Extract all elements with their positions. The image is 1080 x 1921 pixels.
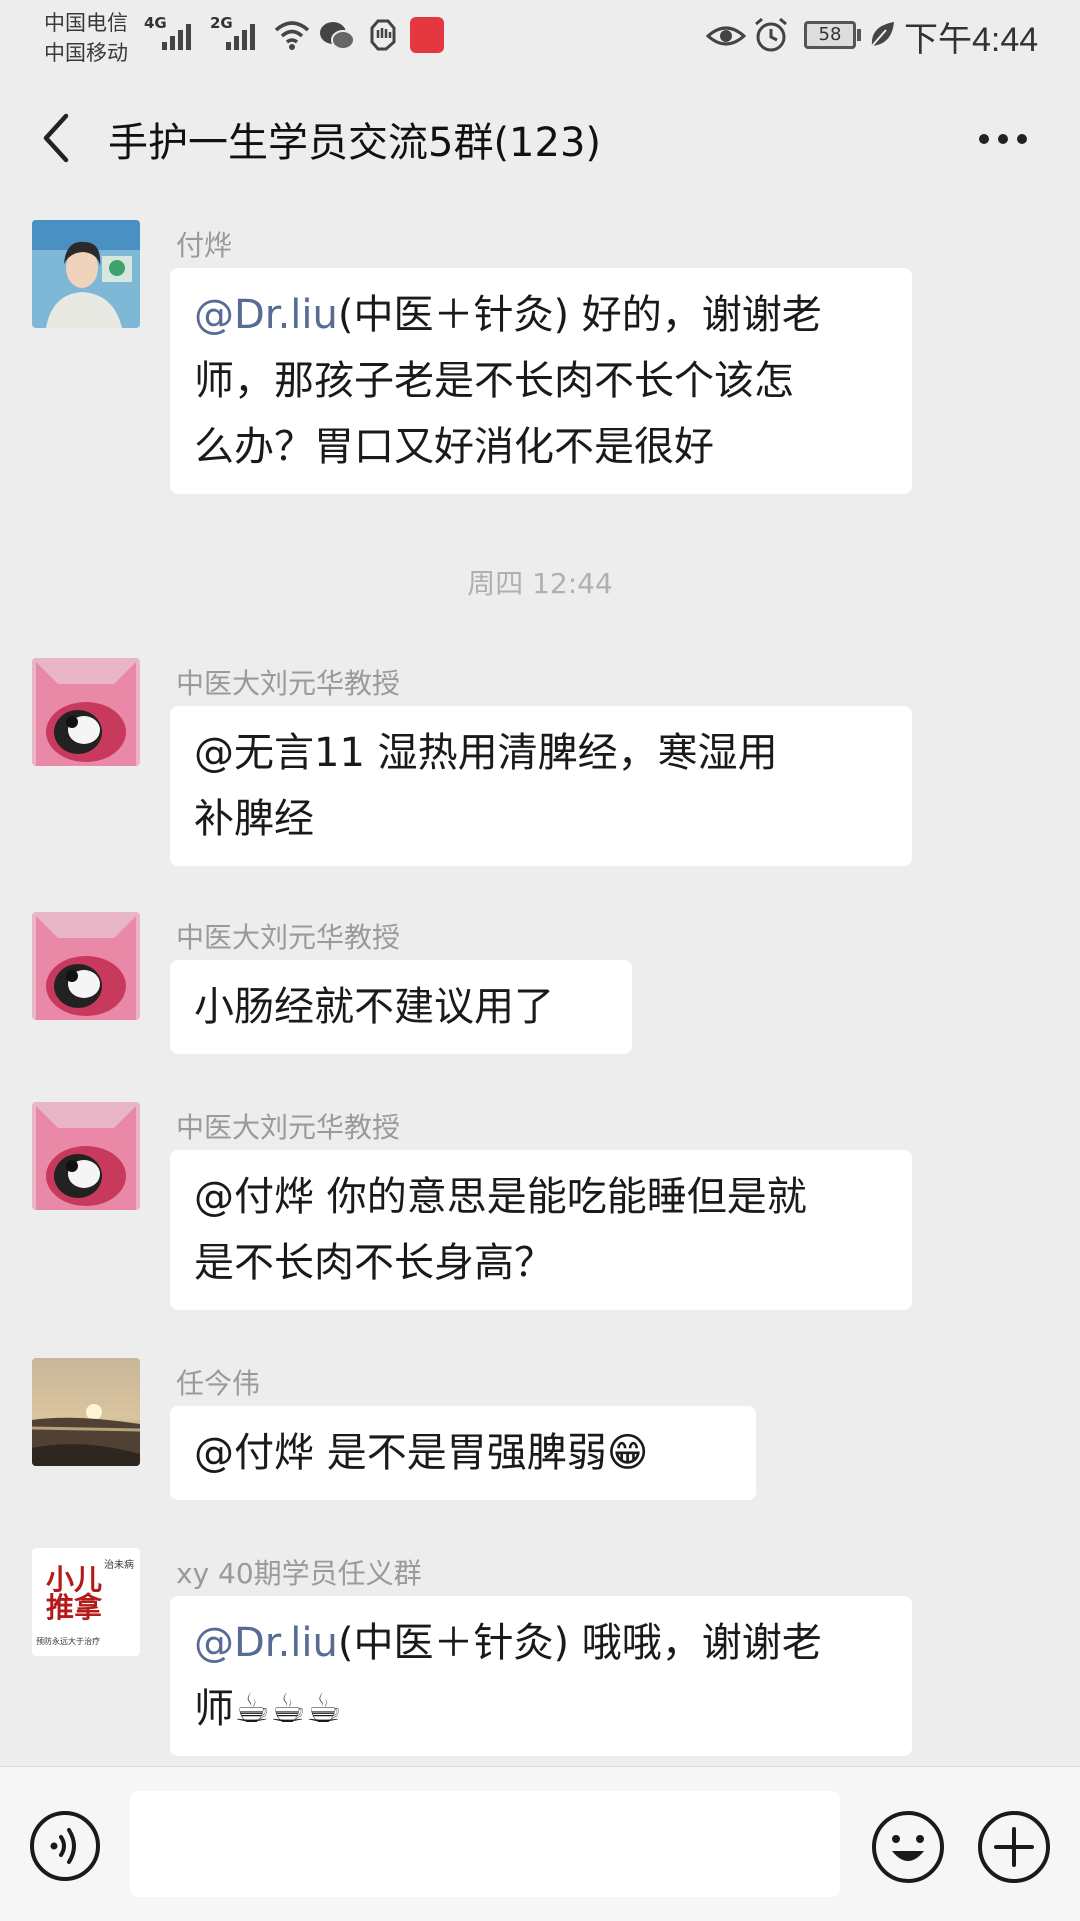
message-bubble[interactable]: @Dr.liu(中医＋针灸) 好的，谢谢老 师，那孩子老是不长肉不长个该怎 么办… (170, 268, 912, 494)
message-line: @付烨 你的意思是能吃能睡但是就 (194, 1174, 807, 1220)
message-line: @无言11 湿热用清脾经，寒湿用 (194, 730, 778, 776)
message-line: @付烨 是不是胃强脾弱😁 (194, 1430, 649, 1476)
avatar-pink-cat-image (32, 912, 140, 1020)
ellipsis-icon[interactable] (976, 122, 1030, 156)
avatar-pink-cat-image (32, 658, 140, 766)
message-bubble[interactable]: @Dr.liu(中医＋针灸) 哦哦，谢谢老 师☕☕☕ (170, 1596, 912, 1756)
signal-icon (162, 24, 191, 50)
timestamp: 周四 12:44 (467, 567, 613, 600)
avatar[interactable]: 治未病 小儿推拿 预防永远大于治疗 (32, 1548, 140, 1656)
avatar-sub-text: 预防永远大于治疗 (36, 1637, 100, 1646)
sender-name: 任今伟 (176, 1367, 261, 1400)
input-bar (0, 1766, 1080, 1921)
plus-icon[interactable] (976, 1809, 1052, 1885)
message-bubble[interactable]: @无言11 湿热用清脾经，寒湿用 补脾经 (170, 706, 912, 866)
message-input[interactable] (130, 1791, 840, 1897)
status-bar: 中国电信 中国移动 4G 2G 58 下午4:44 (0, 0, 1080, 80)
chat-title: 手护一生学员交流5群(123) (108, 120, 602, 166)
vmall-icon (410, 17, 444, 53)
battery-indicator: 58 (804, 21, 856, 49)
avatar-main-text: 小儿推拿 (46, 1563, 103, 1624)
sender-name: 中医大刘元华教授 (176, 667, 401, 700)
emoji-icon[interactable] (870, 1809, 946, 1885)
message-line: @Dr.liu(中医＋针灸) 好的，谢谢老 (194, 282, 888, 348)
message-line: 师☕☕☕ (194, 1686, 342, 1732)
message-line: 么办？胃口又好消化不是很好 (194, 424, 714, 470)
eye-icon (706, 26, 746, 46)
avatar[interactable] (32, 912, 140, 1020)
leaf-icon (871, 22, 894, 47)
avatar-pink-cat-image (32, 1102, 140, 1210)
avatar-sunset-image (32, 1358, 140, 1466)
signal-icon (226, 24, 255, 50)
message-line: 补脾经 (194, 796, 314, 842)
message-line: 小肠经就不建议用了 (194, 984, 554, 1030)
avatar[interactable] (32, 1102, 140, 1210)
voice-icon[interactable] (28, 1809, 102, 1883)
sender-name: 付烨 (176, 229, 233, 262)
sender-name: 中医大刘元华教授 (176, 1111, 401, 1144)
message-bubble[interactable]: 小肠经就不建议用了 (170, 960, 632, 1054)
mention-link[interactable]: @Dr.liu (194, 292, 338, 338)
avatar[interactable] (32, 658, 140, 766)
message-text: (中医＋针灸) 好的，谢谢老 (337, 292, 822, 338)
chevron-left-icon[interactable] (36, 108, 76, 168)
message-bubble[interactable]: @付烨 你的意思是能吃能睡但是就 是不长肉不长身高？ (170, 1150, 912, 1310)
clock: 下午4:44 (904, 21, 1039, 59)
avatar-woman-image (32, 220, 140, 328)
sender-name: xy 40期学员任义群 (176, 1557, 422, 1590)
message-line: @Dr.liu(中医＋针灸) 哦哦，谢谢老 (194, 1610, 888, 1676)
wifi-icon (274, 21, 310, 50)
sender-name: 中医大刘元华教授 (176, 921, 401, 954)
hand-icon (370, 19, 396, 51)
carrier-1: 中国电信 (44, 11, 128, 35)
alarm-icon (755, 17, 787, 52)
carrier-labels: 中国电信 中国移动 (44, 8, 128, 68)
message-bubble[interactable]: @付烨 是不是胃强脾弱😁 (170, 1406, 756, 1500)
carrier-2: 中国移动 (44, 41, 128, 65)
chat-header: 手护一生学员交流5群(123) (0, 80, 1080, 198)
avatar[interactable] (32, 1358, 140, 1466)
message-line: 是不长肉不长身高？ (194, 1240, 554, 1286)
avatar[interactable] (32, 220, 140, 328)
message-line: 师，那孩子老是不长肉不长个该怎 (194, 358, 794, 404)
wechat-icon (320, 22, 355, 50)
mention-link[interactable]: @Dr.liu (194, 1620, 338, 1666)
message-text: (中医＋针灸) 哦哦，谢谢老 (337, 1620, 822, 1666)
battery-tip (857, 29, 861, 41)
message-list[interactable]: 付烨 @Dr.liu(中医＋针灸) 好的，谢谢老 师，那孩子老是不长肉不长个该怎… (0, 198, 1080, 1766)
